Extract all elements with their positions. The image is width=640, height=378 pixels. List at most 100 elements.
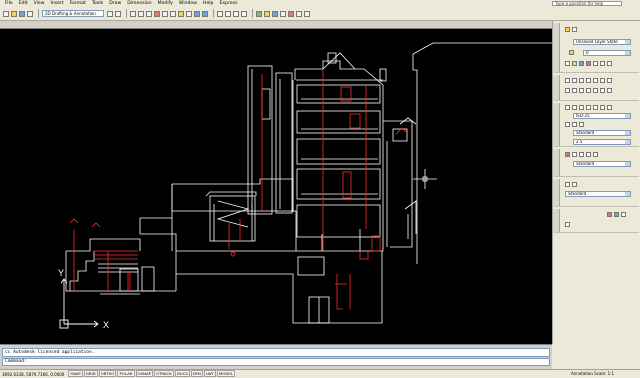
- continue-dim-icon[interactable]: [600, 105, 605, 110]
- menu-item-insert[interactable]: Insert: [48, 0, 67, 7]
- rectangle-icon[interactable]: [593, 78, 598, 83]
- plot-preview-icon[interactable]: [138, 10, 144, 17]
- status-toggle-dyn[interactable]: DYN: [190, 370, 203, 377]
- make-current-icon[interactable]: [565, 61, 570, 66]
- status-toggle-ortho[interactable]: ORTHO: [98, 370, 117, 377]
- status-toggle-ducs[interactable]: DUCS: [174, 370, 190, 377]
- menu-item-draw[interactable]: Draw: [106, 0, 124, 7]
- freeze-icon[interactable]: [593, 61, 598, 66]
- lock-layer-icon[interactable]: [600, 61, 605, 66]
- design-center-icon[interactable]: [264, 10, 270, 17]
- quick-dim-icon[interactable]: [607, 105, 612, 110]
- properties-icon[interactable]: [256, 10, 262, 17]
- match-properties-icon[interactable]: [178, 10, 184, 17]
- hatch-icon[interactable]: [600, 78, 605, 83]
- linear-dim-icon[interactable]: [565, 105, 570, 110]
- workspace-settings-icon[interactable]: [107, 10, 113, 17]
- paste-icon[interactable]: [170, 10, 176, 17]
- cut-icon[interactable]: [154, 10, 160, 17]
- lock-icon[interactable]: [115, 10, 121, 17]
- save-icon[interactable]: [19, 10, 25, 17]
- status-toggle-snap[interactable]: SNAP: [68, 370, 83, 377]
- extend-icon[interactable]: [586, 88, 591, 93]
- menu-item-file[interactable]: File: [2, 0, 16, 7]
- layer-previous-icon[interactable]: [572, 61, 577, 66]
- slider-handle-icon[interactable]: [565, 222, 570, 227]
- text-height-dropdown[interactable]: 2.5: [573, 139, 631, 145]
- mtext-icon[interactable]: [565, 122, 570, 127]
- mleader-style-dropdown[interactable]: Standard: [573, 161, 631, 167]
- status-toggle-polar[interactable]: POLAR: [117, 370, 135, 377]
- align-leader-icon[interactable]: [586, 152, 591, 157]
- find-text-icon[interactable]: [579, 122, 584, 127]
- tool-palettes-icon[interactable]: [272, 10, 278, 17]
- table-icon[interactable]: [565, 182, 570, 187]
- rotate-icon[interactable]: [572, 88, 577, 93]
- status-toggle-model[interactable]: MODEL: [216, 370, 236, 377]
- array-icon[interactable]: [607, 88, 612, 93]
- table-style-dropdown[interactable]: Standard: [565, 191, 631, 197]
- sheet-set-icon[interactable]: [280, 10, 286, 17]
- block-editor-icon[interactable]: [186, 10, 192, 17]
- aligned-dim-icon[interactable]: [572, 105, 577, 110]
- explode-icon[interactable]: [614, 212, 619, 217]
- trim-icon[interactable]: [579, 88, 584, 93]
- circle-icon[interactable]: [579, 78, 584, 83]
- layer-dropdown[interactable]: 0: [583, 50, 631, 56]
- collect-leader-icon[interactable]: [593, 152, 598, 157]
- layer-state-dropdown[interactable]: Unsaved Layer State: [573, 39, 631, 45]
- layer-properties-icon[interactable]: [565, 27, 570, 32]
- bulb-icon[interactable]: [569, 50, 574, 55]
- copy-icon[interactable]: [162, 10, 168, 17]
- mleader-icon[interactable]: [565, 152, 570, 157]
- dim-style-dropdown[interactable]: ISO-25: [573, 113, 631, 119]
- remove-leader-icon[interactable]: [579, 152, 584, 157]
- workspace-select[interactable]: 2D Drafting & Annotation: [42, 10, 104, 17]
- menu-item-edit[interactable]: Edit: [16, 0, 31, 7]
- table-style-icon[interactable]: [572, 182, 577, 187]
- radius-dim-icon[interactable]: [579, 105, 584, 110]
- publish-icon[interactable]: [146, 10, 152, 17]
- layer-off-icon[interactable]: [607, 61, 612, 66]
- scale-icon[interactable]: [621, 212, 626, 217]
- menu-item-modify[interactable]: Modify: [155, 0, 176, 7]
- annotation-scale[interactable]: Annotation Scale: 1:1: [571, 371, 614, 377]
- isolate-icon[interactable]: [579, 61, 584, 66]
- menu-item-dimension[interactable]: Dimension: [124, 0, 154, 7]
- offset-icon[interactable]: [600, 88, 605, 93]
- zoom-realtime-icon[interactable]: [225, 10, 231, 17]
- menu-item-tools[interactable]: Tools: [89, 0, 106, 7]
- menu-item-format[interactable]: Format: [67, 0, 89, 7]
- status-toggle-osnap[interactable]: OSNAP: [135, 370, 153, 377]
- command-input[interactable]: Command:: [2, 358, 550, 366]
- text-style-dropdown[interactable]: Standard: [573, 130, 631, 136]
- move-icon[interactable]: [565, 88, 570, 93]
- help-icon[interactable]: [304, 10, 310, 17]
- zoom-previous-icon[interactable]: [241, 10, 247, 17]
- drawing-canvas[interactable]: Y X: [0, 29, 552, 344]
- print-icon[interactable]: [27, 10, 33, 17]
- pan-icon[interactable]: [217, 10, 223, 17]
- arc-icon[interactable]: [586, 78, 591, 83]
- polyline-icon[interactable]: [572, 78, 577, 83]
- calculator-icon[interactable]: [296, 10, 302, 17]
- angular-dim-icon[interactable]: [586, 105, 591, 110]
- baseline-dim-icon[interactable]: [593, 105, 598, 110]
- markup-icon[interactable]: [288, 10, 294, 17]
- zoom-window-icon[interactable]: [233, 10, 239, 17]
- layer-state-icon[interactable]: [572, 27, 577, 32]
- erase-icon[interactable]: [607, 212, 612, 217]
- open-folder-icon[interactable]: [11, 10, 17, 17]
- help-search-input[interactable]: Type a question for help: [552, 1, 622, 6]
- menu-item-express[interactable]: Express: [216, 0, 240, 7]
- menu-item-help[interactable]: Help: [200, 0, 216, 7]
- menu-item-view[interactable]: View: [31, 0, 48, 7]
- redo-icon[interactable]: [202, 10, 208, 17]
- undo-icon[interactable]: [194, 10, 200, 17]
- new-file-icon[interactable]: [3, 10, 9, 17]
- menu-item-window[interactable]: Window: [176, 0, 200, 7]
- status-toggle-otrack[interactable]: OTRACK: [153, 370, 174, 377]
- status-toggle-lwt[interactable]: LWT: [203, 370, 216, 377]
- status-toggle-grid[interactable]: GRID: [83, 370, 98, 377]
- add-leader-icon[interactable]: [572, 152, 577, 157]
